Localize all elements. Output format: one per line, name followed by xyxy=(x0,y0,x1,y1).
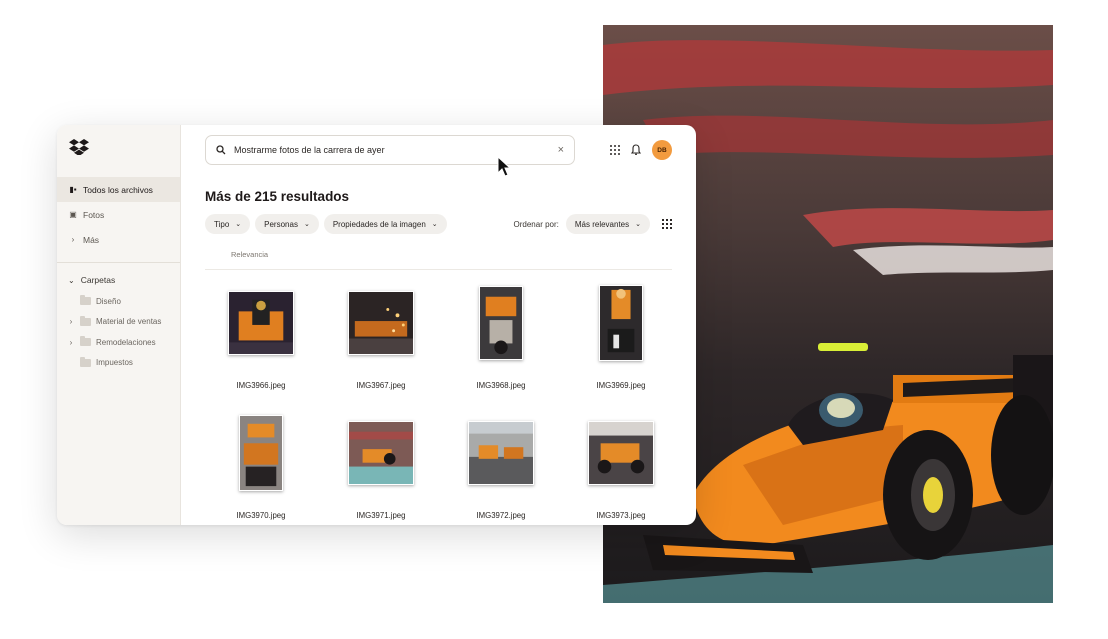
folder-icon xyxy=(80,295,91,306)
folder-icon xyxy=(80,315,91,326)
file-name: IMG3973.jpeg xyxy=(596,511,646,520)
file-name: IMG3969.jpeg xyxy=(596,381,646,390)
sidebar-item-all-files[interactable]: ▮▪ Todos los archivos xyxy=(57,177,180,202)
file-name: IMG3971.jpeg xyxy=(356,511,406,520)
sidebar-item-photos[interactable]: ▣ Fotos xyxy=(57,202,180,227)
file-tile[interactable]: IMG3969.jpeg xyxy=(561,275,681,390)
sidebar-item-more[interactable]: › Más xyxy=(57,227,180,252)
file-tile[interactable]: IMG3966.jpeg xyxy=(201,275,321,390)
files-icon: ▮▪ xyxy=(69,185,77,194)
screen: ▮▪ Todos los archivos ▣ Fotos › Más ⌄ Ca… xyxy=(0,0,1108,639)
file-tile[interactable]: IMG3972.jpeg xyxy=(441,405,561,520)
file-thumbnail[interactable] xyxy=(239,415,283,491)
apps-grid-icon[interactable] xyxy=(610,145,620,155)
chevron-down-icon: ⌄ xyxy=(431,221,438,228)
chevron-down-icon: ⌄ xyxy=(68,275,75,285)
sort-control: Ordenar por: Más relevantes ⌄ xyxy=(514,214,672,234)
folder-label: Material de ventas xyxy=(96,317,162,327)
sort-value: Más relevantes xyxy=(574,219,630,229)
file-name: IMG3970.jpeg xyxy=(236,511,286,520)
chevron-down-icon: ⌄ xyxy=(635,221,641,228)
file-tile[interactable]: IMG3967.jpeg xyxy=(321,275,441,390)
folder-label: Remodelaciones xyxy=(96,337,156,347)
main-content: Mostrarme fotos de la carrera de ayer × … xyxy=(181,125,696,525)
column-header-relevance[interactable]: Relevancia xyxy=(205,250,672,270)
sort-dropdown[interactable]: Más relevantes ⌄ xyxy=(565,214,650,234)
folders-label: Carpetas xyxy=(80,275,116,285)
sort-label: Ordenar por: xyxy=(513,219,559,229)
folder-icon xyxy=(80,356,91,367)
file-name: IMG3972.jpeg xyxy=(476,511,526,520)
file-tile[interactable]: IMG3971.jpeg xyxy=(321,405,441,520)
filter-personas[interactable]: Personas ⌄ xyxy=(255,214,319,234)
folder-item-diseno[interactable]: Diseño xyxy=(57,291,180,312)
header-actions: DB xyxy=(610,140,672,160)
file-tile[interactable]: IMG3973.jpeg xyxy=(561,405,681,520)
file-name: IMG3967.jpeg xyxy=(356,381,406,390)
file-thumbnail[interactable] xyxy=(468,421,534,485)
app-window: ▮▪ Todos los archivos ▣ Fotos › Más ⌄ Ca… xyxy=(57,125,696,525)
chevron-right-icon[interactable]: › xyxy=(66,338,76,347)
avatar[interactable]: DB xyxy=(652,140,672,160)
filter-tipo[interactable]: Tipo ⌄ xyxy=(205,214,251,234)
file-tile[interactable]: IMG3970.jpeg xyxy=(201,405,321,520)
dropbox-logo-icon[interactable] xyxy=(69,139,89,155)
file-thumbnail[interactable] xyxy=(348,421,414,485)
search-query: Mostrarme fotos de la carrera de ayer xyxy=(234,145,385,155)
folder-item-remodelaciones[interactable]: › Remodelaciones xyxy=(57,332,180,353)
filter-label: Personas xyxy=(264,219,298,229)
file-thumbnail[interactable] xyxy=(599,285,643,361)
mouse-cursor-icon xyxy=(497,156,511,177)
column-header-label: Relevancia xyxy=(231,250,269,259)
clear-search-icon[interactable]: × xyxy=(558,144,564,156)
sidebar-divider xyxy=(57,262,180,263)
grid-view-icon[interactable] xyxy=(662,219,672,229)
file-thumbnail[interactable] xyxy=(479,286,523,360)
file-thumbnail[interactable] xyxy=(348,291,414,355)
search-icon xyxy=(216,145,226,155)
folder-item-material-de-ventas[interactable]: › Material de ventas xyxy=(57,312,180,333)
sidebar-item-label: Todos los archivos xyxy=(83,184,153,195)
folder-item-impuestos[interactable]: Impuestos xyxy=(57,353,180,374)
file-thumbnail[interactable] xyxy=(588,421,654,485)
sidebar-item-label: Más xyxy=(83,234,100,245)
file-name: IMG3966.jpeg xyxy=(236,381,286,390)
bell-icon[interactable] xyxy=(630,144,642,156)
results-title: Más de 215 resultados xyxy=(205,189,350,204)
folder-label: Impuestos xyxy=(96,358,133,368)
sidebar-item-label: Fotos xyxy=(83,209,105,220)
chevron-right-icon[interactable]: › xyxy=(66,317,76,326)
filter-image-properties[interactable]: Propiedades de la imagen ⌄ xyxy=(323,214,447,234)
chevron-down-icon: ⌄ xyxy=(235,221,242,228)
sidebar: ▮▪ Todos los archivos ▣ Fotos › Más ⌄ Ca… xyxy=(57,125,181,525)
chevron-down-icon: ⌄ xyxy=(303,221,310,228)
chevron-right-icon: › xyxy=(71,235,75,244)
file-thumbnail[interactable] xyxy=(228,291,294,355)
filter-label: Propiedades de la imagen xyxy=(332,219,426,229)
folders-section-toggle[interactable]: ⌄ Carpetas xyxy=(57,269,180,291)
filter-label: Tipo xyxy=(214,219,230,229)
file-tile[interactable]: IMG3968.jpeg xyxy=(441,275,561,390)
folder-icon xyxy=(80,336,91,347)
file-name: IMG3968.jpeg xyxy=(476,381,526,390)
folder-label: Diseño xyxy=(96,296,121,306)
photos-icon: ▣ xyxy=(69,210,77,219)
search-input[interactable]: Mostrarme fotos de la carrera de ayer × xyxy=(205,135,575,165)
filter-bar: Tipo ⌄ Personas ⌄ Propiedades de la imagen… xyxy=(205,214,447,234)
